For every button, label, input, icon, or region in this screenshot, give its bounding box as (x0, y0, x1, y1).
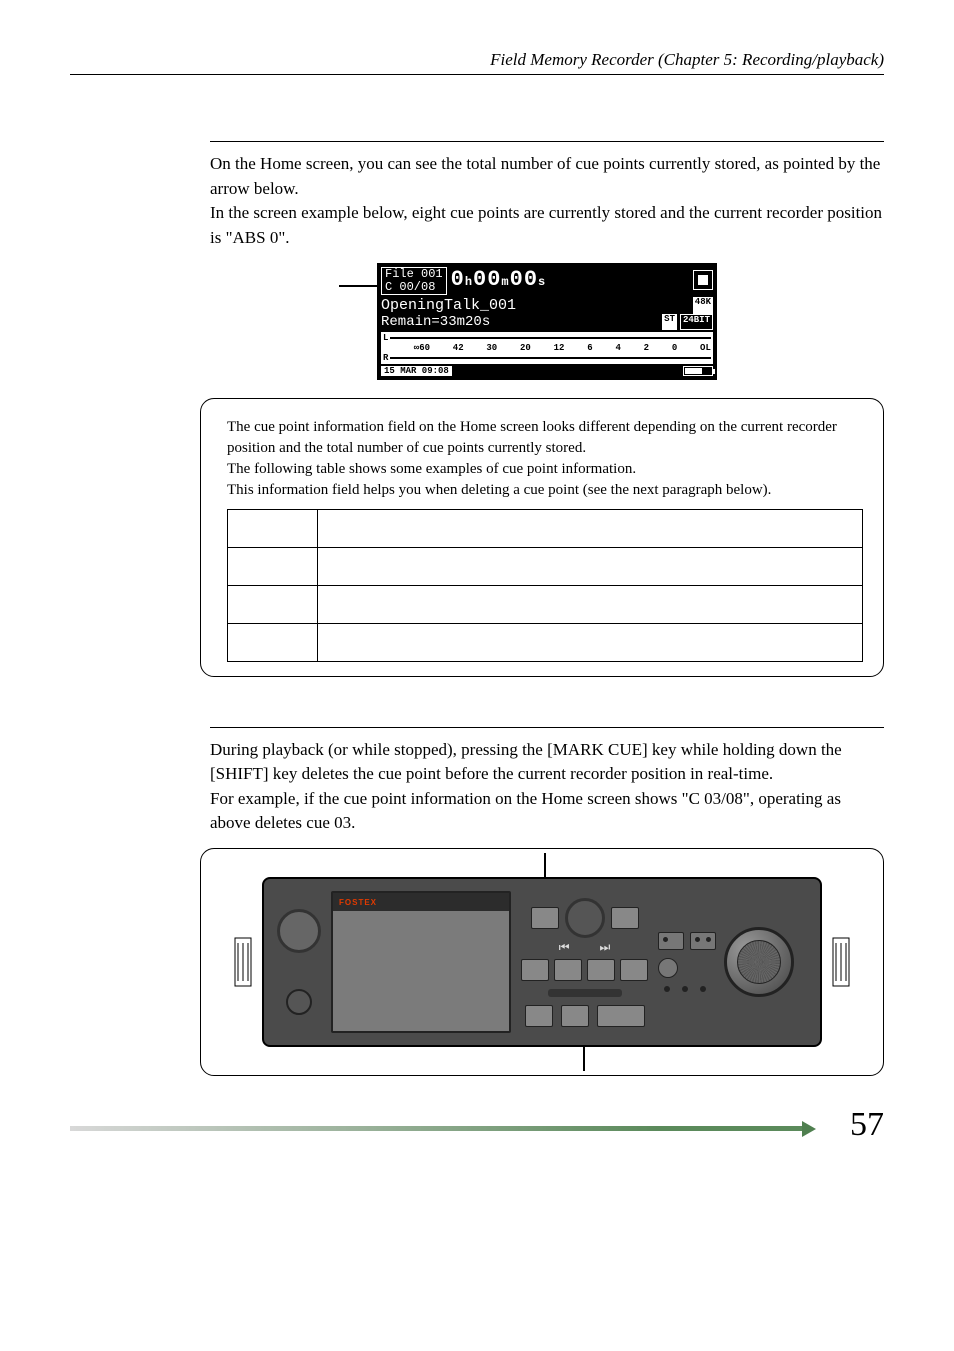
device-left-panel (276, 891, 321, 1033)
big-dial-icon (724, 927, 794, 997)
lcd-st-badge: ST (662, 314, 677, 330)
transport-button (554, 959, 582, 981)
table-row (228, 509, 863, 547)
transport-button (521, 959, 549, 981)
lcd-time: 0h00m00s (451, 267, 689, 295)
led-icon (700, 986, 706, 992)
info-p3: This information field helps you when de… (227, 482, 771, 498)
table-row (228, 585, 863, 623)
mini-button (690, 932, 716, 950)
delete-p1: During playback (or while stopped), pres… (210, 740, 842, 784)
shift-button (525, 1005, 553, 1027)
lcd-cue-line: C 00/08 (385, 281, 443, 294)
footer-arrow-icon (70, 1126, 804, 1131)
table-row (228, 623, 863, 661)
headphone-jack-icon (286, 989, 312, 1015)
running-title: Field Memory Recorder (Chapter 5: Record… (490, 50, 884, 69)
transport-button (587, 959, 615, 981)
lcd-display: File 001 C 00/08 0h00m00s OpeningTalk_00… (377, 263, 717, 380)
brand-label: FOSTEX (339, 898, 377, 907)
lcd-filename: OpeningTalk_001 (381, 297, 516, 314)
mini-button (658, 932, 684, 950)
delete-p2: For example, if the cue point informatio… (210, 789, 841, 833)
lcd-figure: File 001 C 00/08 0h00m00s OpeningTalk_00… (210, 263, 884, 380)
jog-dial-icon (565, 898, 605, 938)
led-icon (682, 986, 688, 992)
wide-button (597, 1005, 645, 1027)
lcd-date: 15 MAR 09:08 (381, 366, 452, 376)
device-lcd: FOSTEX (331, 891, 511, 1033)
lcd-file-cue-box: File 001 C 00/08 (381, 267, 447, 295)
slider-icon (548, 989, 622, 997)
led-icon (664, 986, 670, 992)
device-center-panel: ⏮ ⏭ (521, 891, 648, 1033)
section-rule (210, 141, 884, 142)
mark-cue-button (561, 1005, 589, 1027)
rack-ear-right-icon (832, 937, 850, 987)
table-row (228, 547, 863, 585)
prev-icon: ⏮ (559, 940, 570, 955)
section-rule (210, 727, 884, 728)
transport-button (611, 907, 639, 929)
lcd-khz-badge: 48K (693, 297, 713, 314)
small-dial-icon (658, 958, 678, 978)
section-intro-2: During playback (or while stopped), pres… (210, 738, 884, 837)
cue-info-table (227, 509, 863, 662)
lcd-bit-badge: 24BIT (680, 314, 713, 330)
intro-line-1: On the Home screen, you can see the tota… (210, 154, 880, 198)
stop-icon (693, 270, 713, 290)
running-header: Field Memory Recorder (Chapter 5: Record… (70, 50, 884, 75)
info-p2: The following table shows some examples … (227, 461, 636, 477)
rack-ear-left-icon (234, 937, 252, 987)
cue-info-callout: The cue point information field on the H… (200, 398, 884, 677)
next-icon: ⏭ (600, 940, 611, 955)
transport-button (531, 907, 559, 929)
device-figure: FOSTEX ⏮ ⏭ (200, 848, 884, 1076)
page-footer: 57 (70, 1120, 884, 1140)
lcd-level-meter: L ∞60 42 30 20 12 6 4 2 (381, 332, 713, 364)
lcd-file-line: File 001 (385, 268, 443, 281)
device-right-panel (658, 891, 808, 1033)
lcd-remain: Remain=33m20s (381, 314, 490, 330)
battery-icon (683, 366, 713, 376)
mic-dial-icon (277, 909, 321, 953)
transport-button (620, 959, 648, 981)
intro-line-2: In the screen example below, eight cue p… (210, 203, 882, 247)
info-p1: The cue point information field on the H… (227, 419, 837, 456)
section-intro-1: On the Home screen, you can see the tota… (210, 152, 884, 251)
page-number: 57 (850, 1106, 884, 1144)
recorder-device: FOSTEX ⏮ ⏭ (262, 877, 822, 1047)
